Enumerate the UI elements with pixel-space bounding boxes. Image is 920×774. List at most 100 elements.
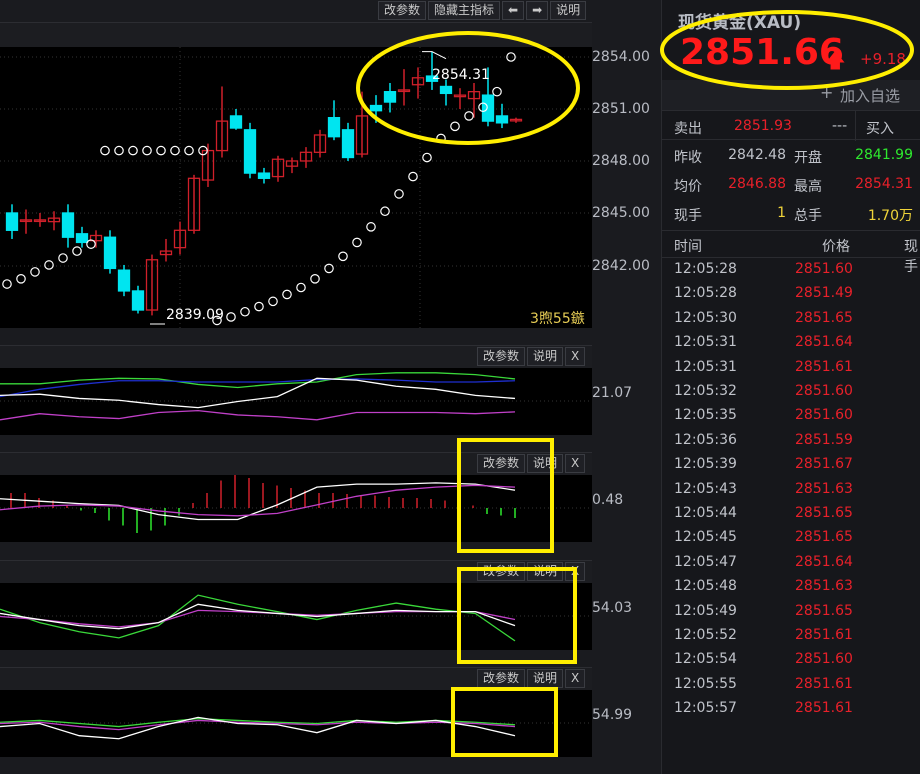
sar-dot — [310, 274, 320, 284]
add-watchlist-button[interactable]: 加入自选 — [840, 85, 900, 106]
close-panel-button[interactable]: X — [565, 454, 586, 473]
tick-time: 12:05:43 — [674, 480, 737, 497]
candle-body — [117, 269, 131, 292]
help-button[interactable]: 说明 — [527, 562, 564, 581]
sar-dot — [282, 289, 292, 300]
tick-price: 2851.64 — [795, 334, 853, 351]
sar-dot — [58, 253, 68, 263]
tick-row: 12:05:31 2851.64 — [662, 331, 920, 355]
candle-body — [369, 104, 383, 112]
tick-row: 12:05:28 2851.49 — [662, 282, 920, 306]
header-price: 价格 — [822, 239, 850, 255]
candle-body — [481, 94, 495, 122]
arrow-left-icon[interactable]: ⬅ — [502, 1, 525, 20]
tick-time: 12:05:30 — [674, 309, 737, 326]
tick-row: 12:05:44 2851.65 — [662, 502, 920, 526]
countdown-label: 3煦55鏃 — [530, 311, 585, 327]
indicator-panel[interactable] — [0, 368, 592, 435]
sar-dot — [408, 171, 418, 182]
edit-params-button[interactable]: 改参数 — [477, 669, 526, 688]
price-axis: 2854.00 2851.00 2848.00 2845.00 2842.00 — [592, 47, 660, 328]
tick-row: 12:05:36 2851.59 — [662, 429, 920, 453]
quote-panel: 现货黄金(XAU) 2851.66 🡅 +9.18 + 加入自选 卖出 2851… — [661, 0, 920, 774]
edit-params-button[interactable]: 改参数 — [477, 347, 526, 366]
tick-row: 12:05:43 2851.63 — [662, 478, 920, 502]
arrow-up-icon: 🡅 — [825, 48, 846, 72]
arrow-right-icon[interactable]: ➡ — [526, 1, 549, 20]
candle-body — [383, 91, 397, 103]
tick-price: 2851.61 — [795, 627, 853, 643]
indicator-value: 54.99 — [592, 707, 633, 723]
tick-price: 2851.60 — [795, 407, 853, 424]
indicator-line — [0, 409, 516, 421]
tick-time: 12:05:49 — [674, 602, 737, 619]
tick-time: 12:05:31 — [674, 358, 737, 375]
sar-dot — [30, 267, 40, 277]
last-price: 2851.66 — [680, 32, 844, 73]
hide-main-indicator-button[interactable]: 隐藏主指标 — [428, 1, 501, 20]
tick-time: 12:05:36 — [674, 431, 737, 448]
edit-params-button[interactable]: 改参数 — [477, 562, 526, 581]
indicator-panel[interactable] — [0, 690, 592, 757]
sar-dot — [114, 145, 124, 156]
close-panel-button[interactable]: X — [565, 669, 586, 688]
tick-row: 12:05:48 2851.63 — [662, 575, 920, 599]
tick-time: 12:05:54 — [674, 651, 737, 668]
indicator-value: 21.07 — [592, 385, 633, 401]
close-panel-button[interactable]: X — [565, 562, 586, 581]
sar-dot — [170, 145, 180, 156]
sar-dot — [2, 279, 12, 289]
stat-value: 2841.99 — [855, 147, 913, 163]
indicator-line — [0, 594, 516, 642]
price-tick: 2848.00 — [592, 153, 650, 169]
tick-time: 12:05:47 — [674, 553, 737, 570]
candle-body — [439, 85, 453, 95]
tick-price: 2851.61 — [795, 675, 853, 692]
stat-value: 2854.31 — [855, 176, 913, 192]
tick-row: 12:05:30 2851.65 — [662, 307, 920, 331]
edit-params-button[interactable]: 改参数 — [378, 1, 427, 20]
sar-dot — [450, 121, 460, 132]
help-button[interactable]: 说明 — [550, 1, 587, 20]
close-panel-button[interactable]: X — [565, 347, 586, 366]
sar-dot — [366, 222, 376, 232]
indicator-value: 0.48 — [592, 492, 624, 508]
stat-label: 昨收 — [674, 150, 702, 166]
tick-price: 2851.65 — [795, 505, 853, 521]
stat-value: 2842.48 — [728, 147, 786, 163]
price-change: +9.18 — [860, 50, 906, 68]
chart-toolbar: 改参数 隐藏主指标 ⬅ ➡ 说明 — [378, 1, 587, 20]
price-tick: 2854.00 — [592, 49, 650, 65]
sar-dot — [394, 189, 404, 199]
help-button[interactable]: 说明 — [527, 669, 564, 688]
bid-ask-row: 卖出 2851.93 --- 买入 — [662, 110, 920, 141]
indicator-panel[interactable] — [0, 473, 592, 542]
edit-params-button[interactable]: 改参数 — [477, 454, 526, 473]
sar-dot — [436, 133, 446, 144]
indicator-line — [0, 609, 516, 628]
sar-dot — [156, 145, 166, 156]
indicator-line — [0, 484, 516, 517]
high-marker — [422, 51, 447, 60]
candle-body — [103, 236, 117, 270]
candle-body — [243, 129, 257, 174]
tick-row: 12:05:54 2851.60 — [662, 648, 920, 672]
stat-row: 均价 2846.88 最高 2854.31 — [662, 171, 920, 200]
stat-value: 2846.88 — [728, 176, 786, 192]
sar-dot — [100, 145, 110, 156]
help-button[interactable]: 说明 — [527, 347, 564, 366]
tick-row: 12:05:32 2851.60 — [662, 380, 920, 404]
tick-price: 2851.60 — [795, 261, 853, 277]
tick-row: 12:05:49 2851.65 — [662, 600, 920, 624]
tick-time: 12:05:39 — [674, 456, 737, 473]
tick-time: 12:05:28 — [674, 261, 737, 277]
indicator-line — [0, 377, 516, 409]
main-chart[interactable]: 2839.09 2854.31 3煦55鏃 — [0, 47, 592, 328]
help-button[interactable]: 说明 — [527, 454, 564, 473]
tick-time: 12:05:55 — [674, 675, 737, 692]
candle-body — [257, 172, 271, 179]
stat-label: 开盘 — [794, 150, 822, 166]
plus-icon[interactable]: + — [820, 83, 833, 102]
tick-time: 12:05:52 — [674, 627, 737, 643]
indicator-panel[interactable] — [0, 583, 592, 650]
